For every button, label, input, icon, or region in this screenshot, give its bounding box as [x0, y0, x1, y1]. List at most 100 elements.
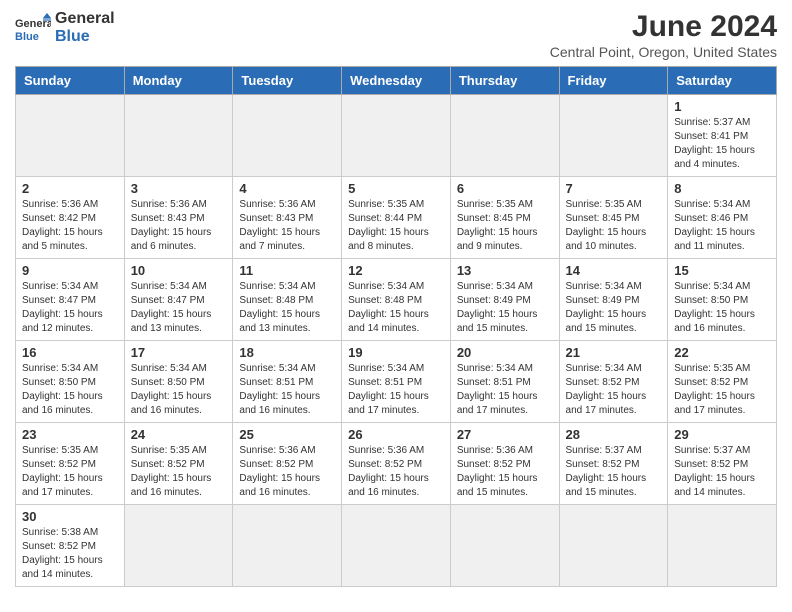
day-info: Sunrise: 5:34 AM Sunset: 8:48 PM Dayligh… [239, 280, 335, 336]
calendar-table: SundayMondayTuesdayWednesdayThursdayFrid… [15, 66, 777, 587]
column-header-sunday: Sunday [16, 67, 125, 95]
calendar-day-cell: 25Sunrise: 5:36 AM Sunset: 8:52 PM Dayli… [233, 423, 342, 505]
calendar-day-cell [233, 95, 342, 177]
day-info: Sunrise: 5:35 AM Sunset: 8:45 PM Dayligh… [457, 198, 553, 254]
day-number: 20 [457, 345, 553, 360]
calendar-day-cell: 3 Sunrise: 5:36 AM Sunset: 8:43 PM Daylig… [124, 177, 233, 259]
day-info: Sunrise: 5:37 AM Sunset: 8:52 PM Dayligh… [674, 444, 770, 500]
day-number: 7 [566, 181, 662, 196]
calendar-day-cell [124, 95, 233, 177]
day-info: Sunrise: 5:36 AM Sunset: 8:43 PM Dayligh… [131, 198, 227, 254]
calendar-day-cell: 17 Sunrise: 5:34 AM Sunset: 8:50 PM Dayli… [124, 341, 233, 423]
column-header-monday: Monday [124, 67, 233, 95]
day-number: 29 [674, 427, 770, 442]
calendar-day-cell [559, 505, 668, 587]
calendar-day-cell: 28 Sunrise: 5:37 AM Sunset: 8:52 PM Dayli… [559, 423, 668, 505]
day-number: 25 [239, 427, 335, 442]
calendar-day-cell [16, 95, 125, 177]
calendar-week-row: 30Sunrise: 5:38 AM Sunset: 8:52 PM Dayli… [16, 505, 777, 587]
logo-general: General [55, 10, 115, 28]
column-header-saturday: Saturday [668, 67, 777, 95]
calendar-day-cell: 4Sunrise: 5:36 AM Sunset: 8:43 PM Daylig… [233, 177, 342, 259]
day-number: 3 [131, 181, 227, 196]
day-number: 15 [674, 263, 770, 278]
column-header-thursday: Thursday [450, 67, 559, 95]
calendar-day-cell [342, 95, 451, 177]
day-info: Sunrise: 5:34 AM Sunset: 8:49 PM Dayligh… [457, 280, 553, 336]
day-info: Sunrise: 5:35 AM Sunset: 8:44 PM Dayligh… [348, 198, 444, 254]
day-number: 17 [131, 345, 227, 360]
calendar-day-cell [668, 505, 777, 587]
calendar-day-cell: 1Sunrise: 5:37 AM Sunset: 8:41 PM Daylig… [668, 95, 777, 177]
calendar-day-cell: 26Sunrise: 5:36 AM Sunset: 8:52 PM Dayli… [342, 423, 451, 505]
day-info: Sunrise: 5:34 AM Sunset: 8:49 PM Dayligh… [566, 280, 662, 336]
day-info: Sunrise: 5:35 AM Sunset: 8:52 PM Dayligh… [131, 444, 227, 500]
calendar-day-cell: 11 Sunrise: 5:34 AM Sunset: 8:48 PM Dayli… [233, 259, 342, 341]
calendar-week-row: 2Sunrise: 5:36 AM Sunset: 8:42 PM Daylig… [16, 177, 777, 259]
day-number: 18 [239, 345, 335, 360]
day-number: 22 [674, 345, 770, 360]
day-number: 23 [22, 427, 118, 442]
day-info: Sunrise: 5:34 AM Sunset: 8:47 PM Dayligh… [131, 280, 227, 336]
logo: General Blue General Blue [15, 10, 115, 47]
day-number: 24 [131, 427, 227, 442]
day-number: 21 [566, 345, 662, 360]
day-number: 14 [566, 263, 662, 278]
calendar-day-cell: 12Sunrise: 5:34 AM Sunset: 8:48 PM Dayli… [342, 259, 451, 341]
calendar-day-cell [559, 95, 668, 177]
calendar-day-cell: 29 Sunrise: 5:37 AM Sunset: 8:52 PM Dayli… [668, 423, 777, 505]
calendar-day-cell: 30Sunrise: 5:38 AM Sunset: 8:52 PM Dayli… [16, 505, 125, 587]
calendar-day-cell: 16Sunrise: 5:34 AM Sunset: 8:50 PM Dayli… [16, 341, 125, 423]
day-info: Sunrise: 5:36 AM Sunset: 8:52 PM Dayligh… [457, 444, 553, 500]
svg-text:Blue: Blue [15, 31, 39, 43]
day-info: Sunrise: 5:34 AM Sunset: 8:46 PM Dayligh… [674, 198, 770, 254]
day-info: Sunrise: 5:34 AM Sunset: 8:50 PM Dayligh… [22, 362, 118, 418]
column-header-friday: Friday [559, 67, 668, 95]
calendar-day-cell [124, 505, 233, 587]
calendar-day-cell: 22Sunrise: 5:35 AM Sunset: 8:52 PM Dayli… [668, 341, 777, 423]
calendar-day-cell: 21Sunrise: 5:34 AM Sunset: 8:52 PM Dayli… [559, 341, 668, 423]
calendar-header: General Blue General Blue June 2024 Cent… [15, 10, 777, 60]
logo-blue: Blue [55, 28, 115, 46]
column-header-tuesday: Tuesday [233, 67, 342, 95]
calendar-day-cell [342, 505, 451, 587]
day-info: Sunrise: 5:34 AM Sunset: 8:51 PM Dayligh… [348, 362, 444, 418]
day-number: 9 [22, 263, 118, 278]
day-info: Sunrise: 5:34 AM Sunset: 8:51 PM Dayligh… [457, 362, 553, 418]
generalblue-logo-icon: General Blue [15, 13, 51, 43]
calendar-week-row: 16Sunrise: 5:34 AM Sunset: 8:50 PM Dayli… [16, 341, 777, 423]
calendar-subtitle: Central Point, Oregon, United States [550, 44, 777, 60]
calendar-day-cell: 14 Sunrise: 5:34 AM Sunset: 8:49 PM Dayli… [559, 259, 668, 341]
calendar-day-cell: 5 Sunrise: 5:35 AM Sunset: 8:44 PM Daylig… [342, 177, 451, 259]
calendar-day-cell: 8 Sunrise: 5:34 AM Sunset: 8:46 PM Daylig… [668, 177, 777, 259]
calendar-day-cell: 20 Sunrise: 5:34 AM Sunset: 8:51 PM Dayli… [450, 341, 559, 423]
calendar-day-cell: 6 Sunrise: 5:35 AM Sunset: 8:45 PM Daylig… [450, 177, 559, 259]
calendar-day-cell [450, 95, 559, 177]
day-info: Sunrise: 5:37 AM Sunset: 8:52 PM Dayligh… [566, 444, 662, 500]
day-info: Sunrise: 5:35 AM Sunset: 8:52 PM Dayligh… [22, 444, 118, 500]
day-number: 8 [674, 181, 770, 196]
day-number: 5 [348, 181, 444, 196]
calendar-day-cell: 9 Sunrise: 5:34 AM Sunset: 8:47 PM Daylig… [16, 259, 125, 341]
day-number: 11 [239, 263, 335, 278]
calendar-week-row: 1Sunrise: 5:37 AM Sunset: 8:41 PM Daylig… [16, 95, 777, 177]
calendar-day-cell: 15Sunrise: 5:34 AM Sunset: 8:50 PM Dayli… [668, 259, 777, 341]
day-number: 30 [22, 509, 118, 524]
calendar-week-row: 23 Sunrise: 5:35 AM Sunset: 8:52 PM Dayli… [16, 423, 777, 505]
day-info: Sunrise: 5:34 AM Sunset: 8:47 PM Dayligh… [22, 280, 118, 336]
day-number: 13 [457, 263, 553, 278]
day-info: Sunrise: 5:34 AM Sunset: 8:50 PM Dayligh… [131, 362, 227, 418]
day-info: Sunrise: 5:34 AM Sunset: 8:51 PM Dayligh… [239, 362, 335, 418]
calendar-day-cell: 18 Sunrise: 5:34 AM Sunset: 8:51 PM Dayli… [233, 341, 342, 423]
day-number: 28 [566, 427, 662, 442]
calendar-week-row: 9 Sunrise: 5:34 AM Sunset: 8:47 PM Daylig… [16, 259, 777, 341]
day-number: 2 [22, 181, 118, 196]
day-info: Sunrise: 5:36 AM Sunset: 8:43 PM Dayligh… [239, 198, 335, 254]
day-info: Sunrise: 5:37 AM Sunset: 8:41 PM Dayligh… [674, 116, 770, 172]
calendar-day-cell: 24 Sunrise: 5:35 AM Sunset: 8:52 PM Dayli… [124, 423, 233, 505]
day-info: Sunrise: 5:36 AM Sunset: 8:52 PM Dayligh… [348, 444, 444, 500]
day-number: 6 [457, 181, 553, 196]
calendar-day-cell: 10Sunrise: 5:34 AM Sunset: 8:47 PM Dayli… [124, 259, 233, 341]
calendar-day-cell: 23 Sunrise: 5:35 AM Sunset: 8:52 PM Dayli… [16, 423, 125, 505]
calendar-day-cell: 2Sunrise: 5:36 AM Sunset: 8:42 PM Daylig… [16, 177, 125, 259]
